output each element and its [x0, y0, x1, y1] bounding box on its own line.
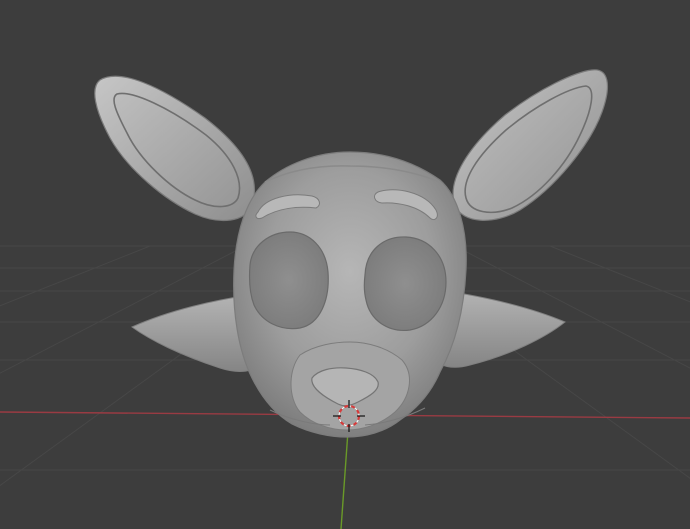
- 3d-viewport[interactable]: [0, 0, 690, 529]
- viewport-canvas[interactable]: [0, 0, 690, 529]
- right-eye-hole[interactable]: [363, 236, 447, 332]
- right-ear[interactable]: [452, 69, 609, 221]
- left-eye-hole[interactable]: [248, 231, 329, 330]
- left-ear[interactable]: [94, 75, 255, 221]
